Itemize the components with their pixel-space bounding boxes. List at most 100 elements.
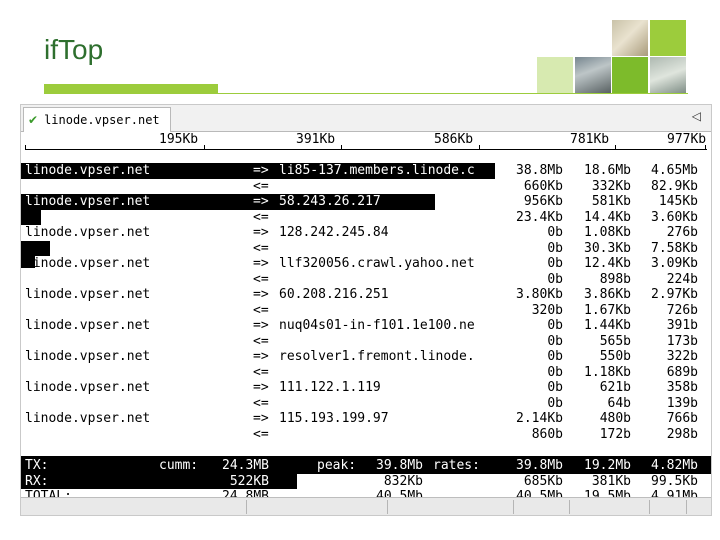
rate-r40: 4.65Mb — [651, 163, 698, 178]
row-dir: => — [253, 163, 269, 178]
rate-r40: 3.09Kb — [651, 256, 698, 271]
totals-row: RX: 522KB 832Kb 685Kb 381Kb 99.5Kb — [21, 473, 711, 489]
rate-r2: 0b — [547, 364, 563, 380]
rate-r2: 0b — [547, 271, 563, 287]
bandwidth-bar — [21, 209, 41, 225]
row-dir: => — [253, 256, 269, 271]
row-host: linode.vpser.net — [25, 225, 151, 240]
table-row: <= 0b 1.18Kb 689b — [21, 365, 711, 381]
row-dir: <= — [253, 209, 269, 225]
row-dir: => — [253, 287, 269, 302]
row-dir: <= — [253, 240, 269, 256]
scale-tick-label: 781Kb — [570, 132, 610, 147]
scale-tick-label: 586Kb — [434, 132, 474, 147]
rate-r2: 0b — [547, 225, 563, 240]
table-row: <= 320b 1.67Kb 726b — [21, 303, 711, 319]
table-row: linode.vpser.net => 111.122.1.119 0b 621b 358… — [21, 380, 711, 396]
row-dir: <= — [253, 333, 269, 349]
rate-r40: 7.58Kb — [651, 240, 698, 256]
rate-r10: 12.4Kb — [584, 256, 631, 271]
totals-r40: 99.5Kb — [651, 473, 698, 489]
rate-r40: 139b — [666, 395, 698, 411]
totals-row: TX: cumm: 24.3MB peak: 39.8Mb rates: 39.8Mb 19.… — [21, 458, 711, 474]
rate-r10: 30.3Kb — [584, 240, 631, 256]
table-row: <= 23.4Kb 14.4Kb 3.60Kb — [21, 209, 711, 225]
rate-r10: 550b — [599, 349, 631, 364]
row-host: linode.vpser.net — [25, 287, 151, 302]
rate-r2: 956Kb — [523, 194, 563, 209]
rate-r40: 322b — [666, 349, 698, 364]
row-peer: 58.243.26.217 — [279, 194, 381, 209]
rate-r10: 172b — [599, 426, 631, 442]
rate-r40: 689b — [666, 364, 698, 380]
scale-mark — [25, 145, 26, 150]
rate-r40: 145Kb — [658, 194, 698, 209]
deco-square — [612, 57, 648, 93]
table-row: linode.vpser.net => resolver1.fremont.lino… — [21, 349, 711, 365]
header-rule — [218, 93, 688, 94]
totals-cumm-label: cumm: — [159, 458, 199, 473]
row-dir: <= — [253, 271, 269, 287]
row-dir: => — [253, 349, 269, 364]
status-divider — [387, 500, 388, 514]
bandwidth-scale: 195Kb 391Kb 586Kb 781Kb 977Kb — [21, 131, 711, 153]
status-divider — [649, 500, 650, 514]
row-peer: resolver1.fremont.linode. — [279, 349, 475, 364]
rate-r10: 1.18Kb — [584, 364, 631, 380]
rate-r40: 726b — [666, 302, 698, 318]
deco-photo-meeting — [612, 20, 648, 56]
rate-r10: 3.86Kb — [584, 287, 631, 302]
row-dir: => — [253, 318, 269, 333]
tab-session[interactable]: ✔ linode.vpser.net — [23, 107, 171, 132]
table-row: linode.vpser.net => llf320056.crawl.yahoo.… — [21, 252, 711, 272]
rate-r2: 0b — [547, 380, 563, 395]
rate-r2: 2.14Kb — [516, 411, 563, 426]
deco-photo-class — [575, 57, 611, 93]
totals-rates-label: rates: — [433, 458, 480, 473]
rate-r2: 660Kb — [523, 178, 563, 194]
table-row: <= 0b 30.3Kb 7.58Kb — [21, 240, 711, 256]
scale-mark — [204, 145, 205, 150]
rate-r10: 14.4Kb — [584, 209, 631, 225]
table-row: <= 860b 172b 298b — [21, 427, 711, 443]
table-row: linode.vpser.net => 58.243.26.217 956Kb 581K… — [21, 194, 711, 210]
rate-r10: 898b — [599, 271, 631, 287]
row-dir: => — [253, 411, 269, 426]
rate-r40: 391b — [666, 318, 698, 333]
row-dir: => — [253, 225, 269, 240]
scale-axis — [25, 149, 707, 150]
rate-r10: 64b — [607, 395, 631, 411]
rate-r10: 18.6Mb — [584, 163, 631, 178]
row-dir: <= — [253, 364, 269, 380]
row-peer: li85-137.members.linode.c — [279, 163, 475, 178]
row-dir: <= — [253, 178, 269, 194]
totals-r10: 19.2Mb — [584, 458, 631, 473]
tab-label: linode.vpser.net — [44, 113, 160, 127]
rate-r2: 860b — [531, 426, 563, 442]
table-row: <= 660Kb 332Kb 82.9Kb — [21, 179, 711, 195]
rate-r40: 298b — [666, 426, 698, 442]
scale-tick-label: 391Kb — [296, 132, 336, 147]
rate-r2: 320b — [531, 302, 563, 318]
row-dir: <= — [253, 302, 269, 318]
rate-r2: 0b — [547, 333, 563, 349]
tab-bar: ✔ linode.vpser.net ◁ — [21, 105, 711, 132]
row-host: linode.vpser.net — [25, 349, 151, 364]
status-divider — [569, 500, 570, 514]
deco-photo-room — [650, 57, 686, 93]
row-host: linode.vpser.net — [25, 411, 151, 426]
table-row: <= 0b 64b 139b — [21, 396, 711, 412]
rate-r10: 621b — [599, 380, 631, 395]
totals-r10: 381Kb — [591, 473, 631, 489]
row-host: linode.vpser.net — [25, 163, 151, 178]
scroll-left-icon[interactable]: ◁ — [692, 109, 701, 123]
totals-peak-label: peak: — [317, 458, 357, 473]
totals-peak: 39.8Mb — [376, 458, 423, 473]
terminal-window: ✔ linode.vpser.net ◁ 195Kb 391Kb 586Kb 7… — [20, 104, 712, 516]
table-row: <= 0b 565b 173b — [21, 334, 711, 350]
status-divider — [513, 500, 514, 514]
slide-title: ifTop — [44, 34, 104, 65]
rate-r10: 1.44Kb — [584, 318, 631, 333]
rate-r40: 224b — [666, 271, 698, 287]
scale-mark — [705, 145, 706, 150]
